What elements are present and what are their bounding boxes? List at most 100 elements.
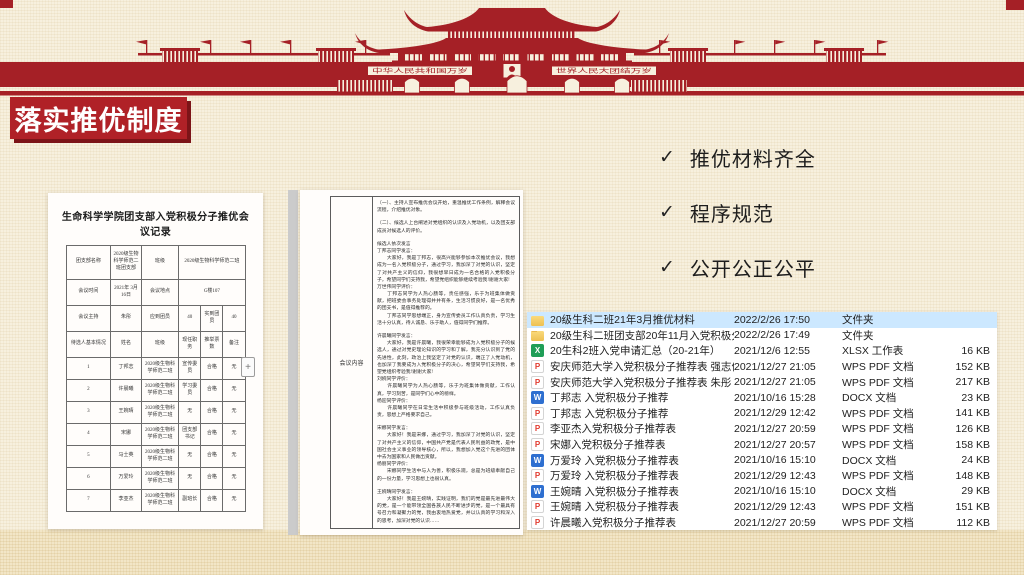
content-paragraph: 大家好，我是许晨曦，我很荣幸能够成为入党积极分子的候选人，通过对党史理论知识的学… <box>377 340 515 376</box>
cell: 2021年 3月16日 <box>111 280 141 306</box>
cell-position: 团支部书记 <box>179 424 201 446</box>
file-name-cell: 李亚杰入党积极分子推荐表 <box>527 421 734 436</box>
content-paragraph: 大家好，我是丁邦志，很高兴能够参加本次推优会议，我想成为一名入党积极分子，通过学… <box>377 255 515 284</box>
file-type-icon <box>531 454 544 467</box>
file-name-cell: 20级生科二班21年3月推优材料 <box>527 312 734 327</box>
cell-no: 3 <box>66 402 111 424</box>
cell: 2020级生物科学师范二班团支部 <box>111 246 141 280</box>
content-paragraph: （二）、候选人上台阐述对党组织的认识及入党动机，以及团支部成员对候选人的评价。 <box>377 220 515 234</box>
cell-name: 万爱玲 <box>111 468 141 490</box>
cell-note: 无 <box>223 424 245 446</box>
file-name-cell: 万爱玲 入党积极分子推荐表 <box>527 468 734 483</box>
content-paragraph: 刘婉同学评价： <box>377 376 515 383</box>
file-name: 王婉晴 入党积极分子推荐表 <box>550 499 679 514</box>
file-size: 152 KB <box>942 361 997 373</box>
cell: 2020级生物科学师范二班 <box>179 246 245 280</box>
cell-name: 马士英 <box>111 446 141 468</box>
file-size: 29 KB <box>942 485 997 497</box>
file-type-icon <box>531 331 544 341</box>
file-row[interactable]: 王婉晴 入党积极分子推荐表 2021/12/29 12:43 WPS PDF 文… <box>527 499 997 515</box>
file-name: 许晨曦入党积极分子推荐表 <box>550 515 676 530</box>
cell: 现任职务 <box>179 332 201 358</box>
checklist-label: 推优材料齐全 <box>690 143 816 172</box>
file-type-icon <box>531 344 544 357</box>
file-type: 文件夹 <box>842 312 942 327</box>
cell: 朱彤 <box>111 306 141 332</box>
file-row[interactable]: 宋娜入党积极分子推荐表 2021/12/27 20:57 WPS PDF 文档 … <box>527 437 997 453</box>
file-date: 2021/12/29 12:42 <box>734 407 842 419</box>
zoom-plus-button[interactable]: + <box>241 357 255 377</box>
cell-name: 李亚杰 <box>111 490 141 512</box>
file-row[interactable]: 安庆师范大学入党积极分子推荐表 强志伟 2021/12/27 21:05 WPS… <box>527 359 997 375</box>
file-row[interactable]: 万爱玲 入党积极分子推荐表 2021/10/16 15:10 DOCX 文档 2… <box>527 452 997 468</box>
file-row[interactable]: 20级生科二班21年3月推优材料 2022/2/26 17:50 文件夹 <box>527 312 997 328</box>
file-size: 16 KB <box>942 345 997 357</box>
meeting-record-table: 团支部名称 2020级生物科学师范二班团支部 班级 2020级生物科学师范二班 … <box>66 245 246 512</box>
cell-class: 2020级生物科学师范二班 <box>141 380 179 402</box>
file-date: 2021/10/16 15:10 <box>734 485 842 497</box>
file-row[interactable]: 王婉晴 入党积极分子推荐表 2021/10/16 15:10 DOCX 文档 2… <box>527 484 997 500</box>
cell-class: 2020级生物科学师范二班 <box>141 424 179 446</box>
cell-class: 2020级生物科学师范二班 <box>141 402 179 424</box>
cell-result: 合格 <box>201 380 223 402</box>
cell-no: 7 <box>66 490 111 512</box>
plus-icon: + <box>245 362 251 373</box>
cell: G楼107 <box>179 280 245 306</box>
content-paragraph: 大家好！我是王婉晴，实践证明，我们的党是最先进最伟大的党，是一个能带领全国各族人… <box>377 496 515 525</box>
file-date: 2021/10/16 15:28 <box>734 392 842 404</box>
cell-position: 无 <box>179 446 201 468</box>
file-row[interactable]: 万爱玲 入党积极分子推荐表 2021/12/29 12:43 WPS PDF 文… <box>527 468 997 484</box>
cell-position: 无 <box>179 468 201 490</box>
file-row[interactable]: 20级生科二班团支部20年11月入党积极分子发... 2022/2/26 17:… <box>527 328 997 344</box>
file-date: 2021/12/27 20:57 <box>734 439 842 451</box>
file-name-cell: 20级生科二班团支部20年11月入党积极分子发... <box>527 328 734 343</box>
cell-no: 2 <box>66 380 111 402</box>
cell: 班级 <box>141 332 179 358</box>
cell-class: 2020级生物科学师范二班 <box>141 490 179 512</box>
file-row[interactable]: 许晨曦入党积极分子推荐表 2021/12/27 20:59 WPS PDF 文档… <box>527 515 997 531</box>
file-type: WPS PDF 文档 <box>842 515 942 530</box>
meeting-record-page: 生命科学学院团支部入党积极分子推优会议记录 团支部名称 2020级生物科学师范二… <box>48 193 263 529</box>
checklist-label: 公开公正公平 <box>690 253 816 282</box>
content-paragraph: 王婉晴同学发言： <box>377 489 515 496</box>
file-name: 万爱玲 入党积极分子推荐表 <box>550 468 679 483</box>
cell-result: 合格 <box>201 446 223 468</box>
file-row[interactable]: 丁邦志 入党积极分子推荐 2021/10/16 15:28 DOCX 文档 23… <box>527 390 997 406</box>
cell-note: 无 <box>223 490 245 512</box>
cell-result: 合格 <box>201 468 223 490</box>
cell-position: 学习委员 <box>179 380 201 402</box>
file-row[interactable]: 李亚杰入党积极分子推荐表 2021/12/27 20:59 WPS PDF 文档… <box>527 421 997 437</box>
content-paragraph: 杨迎同学评价： <box>377 398 515 405</box>
file-name-cell: 万爱玲 入党积极分子推荐表 <box>527 453 734 468</box>
cell-no: 6 <box>66 468 111 490</box>
cell-position: 宣传委员 <box>179 358 201 380</box>
cell: 会议地点 <box>141 280 179 306</box>
file-row[interactable]: 20生科2班入党申请汇总（20-21年） 2021/12/6 12:55 XLS… <box>527 343 997 359</box>
cell-no: 5 <box>66 446 111 468</box>
file-type: WPS PDF 文档 <box>842 468 942 483</box>
file-row[interactable]: 安庆师范大学入党积极分子推荐表 朱彤 2021/12/27 21:05 WPS … <box>527 374 997 390</box>
candidate-row: 5 马士英 2020级生物科学师范二班 无 合格 无 <box>66 446 245 468</box>
candidate-row: 3 王婉晴 2020级生物科学师范二班 无 合格 无 <box>66 402 245 424</box>
page-divider-scrollbar[interactable] <box>288 190 298 535</box>
checklist-item: ✓ 推优材料齐全 <box>659 143 816 171</box>
cell: 会议主持 <box>66 306 111 332</box>
checklist: ✓ 推优材料齐全 ✓ 程序规范 ✓ 公开公正公平 <box>659 143 816 308</box>
candidate-row: 4 宋娜 2020级生物科学师范二班 团支部书记 合格 无 <box>66 424 245 446</box>
checklist-label: 程序规范 <box>690 198 774 227</box>
file-type: XLSX 工作表 <box>842 343 942 358</box>
candidate-row: 2 许晨曦 2020级生物科学师范二班 学习委员 合格 无 <box>66 380 245 402</box>
file-row[interactable]: 丁邦志 入党积极分子推荐 2021/12/29 12:42 WPS PDF 文档… <box>527 406 997 422</box>
right-plaque-text: 世界人民大团结万岁 <box>556 67 652 75</box>
meeting-content-page: 会议内容 （一）、主持人宣布推优会议开始，重温推优工作条例，解释会议流程，介绍推… <box>300 190 523 535</box>
file-name: 安庆师范大学入党积极分子推荐表 朱彤 <box>550 375 731 390</box>
file-type: WPS PDF 文档 <box>842 359 942 374</box>
file-size: 148 KB <box>942 470 997 482</box>
file-type-icon <box>531 422 544 435</box>
file-date: 2021/12/6 12:55 <box>734 345 842 357</box>
file-type: DOCX 文档 <box>842 484 942 499</box>
cell-class: 2020级生物科学师范二班 <box>141 358 179 380</box>
file-type: WPS PDF 文档 <box>842 437 942 452</box>
cell: 40 <box>179 306 201 332</box>
file-name-cell: 王婉晴 入党积极分子推荐表 <box>527 484 734 499</box>
